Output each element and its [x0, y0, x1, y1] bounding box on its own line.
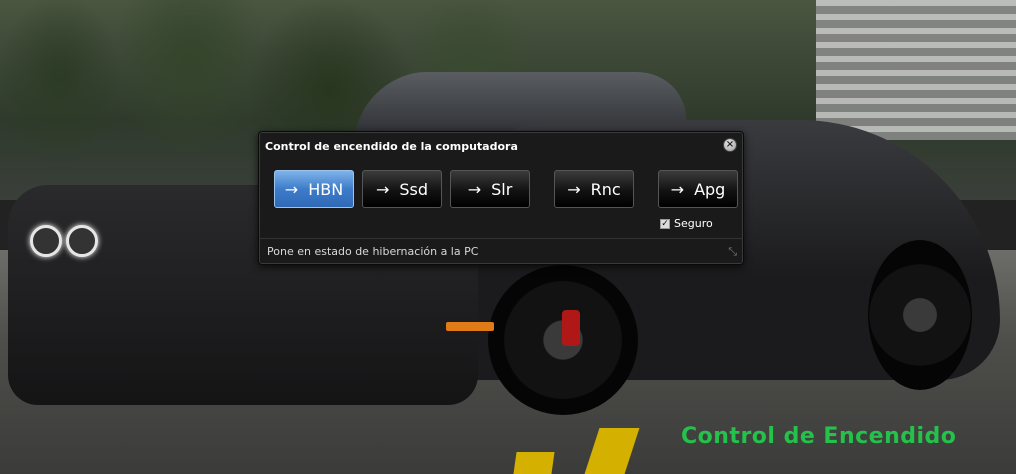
car-side-marker	[446, 322, 494, 331]
power-control-widget[interactable]: Control de encendido de la computadora ×…	[258, 131, 744, 265]
track-stripe	[513, 452, 555, 474]
button-label: Ssd	[399, 179, 429, 199]
arrow-right-icon: →	[567, 179, 581, 199]
button-label: Slr	[491, 179, 513, 199]
widget-title: Control de encendido de la computadora	[265, 140, 518, 153]
status-text: Pone en estado de hibernación a la PC	[267, 245, 479, 258]
button-label: HBN	[308, 179, 344, 199]
arrow-right-icon: →	[670, 179, 685, 199]
close-icon[interactable]: ×	[723, 138, 737, 152]
arrow-right-icon: →	[284, 179, 299, 199]
arrow-right-icon: →	[467, 179, 482, 199]
watermark-text: Control de Encendido	[681, 424, 957, 449]
hibernate-button[interactable]: → HBN	[274, 170, 354, 208]
safe-checkbox-row[interactable]: ✓ Seguro	[660, 217, 713, 230]
arrow-right-icon: →	[375, 179, 390, 199]
car-rear-wheel	[868, 240, 972, 390]
suspend-button[interactable]: → Ssd	[362, 170, 442, 208]
car-headlight	[30, 225, 62, 257]
car-headlight	[66, 225, 98, 257]
button-label: Rnc	[590, 179, 621, 199]
car-brake-caliper	[562, 310, 580, 346]
button-label: Apg	[694, 179, 726, 199]
safe-checkbox[interactable]: ✓	[660, 218, 670, 229]
safe-checkbox-label: Seguro	[674, 217, 713, 230]
restart-button[interactable]: → Rnc	[554, 170, 634, 208]
shutdown-button[interactable]: → Apg	[658, 170, 738, 208]
wallpaper-grandstand	[816, 0, 1016, 140]
status-bar: Pone en estado de hibernación a la PC ⤡	[259, 238, 743, 264]
logout-button[interactable]: → Slr	[450, 170, 530, 208]
resize-grip-icon[interactable]: ⤡	[728, 245, 737, 259]
